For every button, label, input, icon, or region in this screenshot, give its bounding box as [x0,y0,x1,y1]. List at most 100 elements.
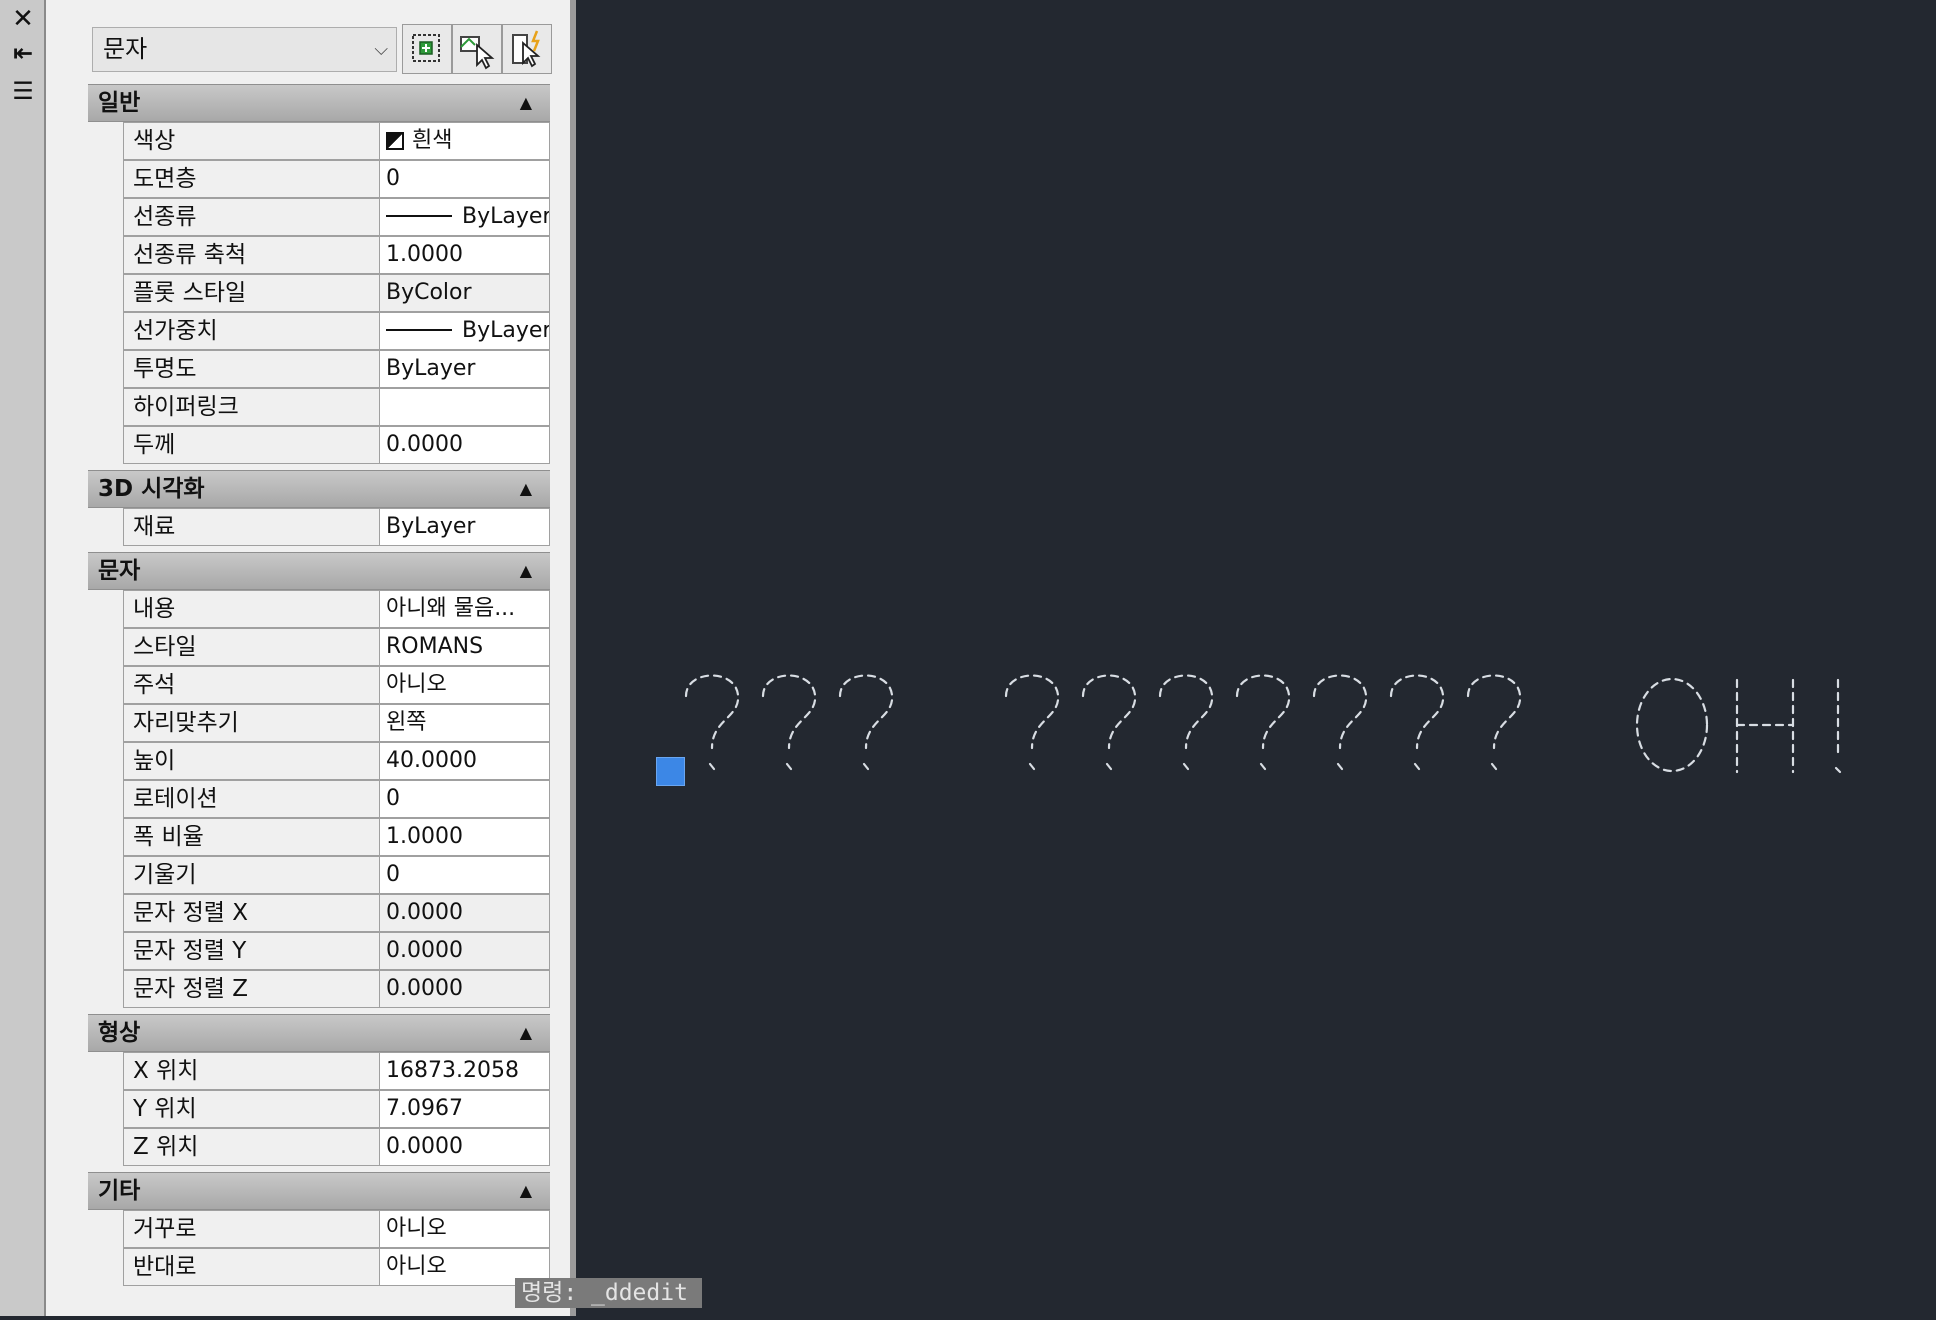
property-value[interactable]: 흰색 [379,122,550,160]
select-objects-button[interactable] [452,24,502,74]
property-row[interactable]: 색상 흰색 [123,122,550,160]
text-insertion-grip[interactable] [656,757,685,786]
property-value[interactable]: 7.0967 [379,1090,550,1128]
collapse-arrow-icon[interactable]: ▲ [520,1173,532,1209]
property-row[interactable]: 두께 0.0000 [123,426,550,464]
collapse-arrow-icon[interactable]: ▲ [520,471,532,507]
category-header[interactable]: 일반 ▲ [88,84,550,122]
property-value[interactable]: 0 [379,780,550,818]
question-mark-glyph [761,674,817,750]
property-value[interactable]: 0.0000 [379,426,550,464]
property-value[interactable]: ByLayer [379,350,550,388]
category-header[interactable]: 기타 ▲ [88,1172,550,1210]
property-value[interactable]: 16873.2058 [379,1052,550,1090]
property-label: Y 위치 [123,1090,380,1128]
property-value[interactable]: 0.0000 [379,970,550,1008]
property-row[interactable]: 재료 ByLayer [123,508,550,546]
property-value-text: 왼쪽 [386,710,427,735]
drawing-canvas[interactable] [576,0,1936,1316]
property-value-text: 0.0000 [386,1134,463,1159]
property-row[interactable]: 도면층 0 [123,160,550,198]
lineweight-icon [386,329,452,331]
category-header[interactable]: 3D 시각화 ▲ [88,470,550,508]
property-value-text: ByLayer [462,204,550,229]
property-row[interactable]: Y 위치 7.0967 [123,1090,550,1128]
toggle-pickadd-icon [412,34,440,62]
property-row[interactable]: 문자 정렬 X 0.0000 [123,894,550,932]
property-value[interactable]: ByLayer [379,198,550,236]
property-row[interactable]: 로테이션 0 [123,780,550,818]
toggle-pickadd-button[interactable] [402,24,452,74]
property-value[interactable]: 왼쪽 [379,704,550,742]
property-label: 도면층 [123,160,380,198]
property-label: 반대로 [123,1248,380,1286]
property-row[interactable]: 높이 40.0000 [123,742,550,780]
property-row[interactable]: 선종류 축척 1.0000 [123,236,550,274]
property-row[interactable]: 주석 아니오 [123,666,550,704]
property-row[interactable]: 플롯 스타일 ByColor [123,274,550,312]
question-mark-dot [1490,762,1498,771]
property-row[interactable]: 스타일 ROMANS [123,628,550,666]
property-row[interactable]: 하이퍼링크 [123,388,550,426]
property-value[interactable]: 1.0000 [379,236,550,274]
property-value[interactable]: 아니오 [379,1210,550,1248]
property-value[interactable]: 0.0000 [379,932,550,970]
auto-hide-icon[interactable]: ⇤ [8,38,38,68]
property-row[interactable]: 폭 비율 1.0000 [123,818,550,856]
question-mark-dot [708,762,716,771]
property-value[interactable]: 0.0000 [379,1128,550,1166]
category-title: 기타 [98,1178,141,1204]
property-value[interactable]: 40.0000 [379,742,550,780]
property-value-text: 아니오 [386,672,447,697]
property-value[interactable]: 0 [379,856,550,894]
property-value-text: ByLayer [462,318,550,343]
properties-menu-icon[interactable]: ☰ [8,76,38,106]
property-value[interactable]: ByLayer [379,508,550,546]
property-value[interactable]: ByColor [379,274,550,312]
quick-select-button[interactable] [502,24,552,74]
collapse-arrow-icon[interactable]: ▲ [520,553,532,589]
question-mark-dot [1105,762,1113,771]
property-value-text: 40.0000 [386,748,477,773]
property-row[interactable]: 투명도 ByLayer [123,350,550,388]
collapse-arrow-icon[interactable]: ▲ [520,85,532,121]
question-mark-glyph [1466,674,1522,750]
category-header[interactable]: 형상 ▲ [88,1014,550,1052]
question-mark-glyph [838,674,894,750]
close-icon[interactable]: ✕ [8,4,38,34]
category-header[interactable]: 문자 ▲ [88,552,550,590]
property-label: 재료 [123,508,380,546]
property-label: 두께 [123,426,380,464]
dashed-text-drawing [684,674,1842,774]
property-row[interactable]: 기울기 0 [123,856,550,894]
property-value[interactable]: 1.0000 [379,818,550,856]
property-value-text: 0.0000 [386,938,463,963]
property-row[interactable]: 선가중치 ByLayer [123,312,550,350]
property-row[interactable]: 자리맞추기 왼쪽 [123,704,550,742]
property-value[interactable]: 0.0000 [379,894,550,932]
question-mark-dot [1336,762,1344,771]
property-row[interactable]: X 위치 16873.2058 [123,1052,550,1090]
question-marks-group-2 [1004,674,1522,771]
property-row[interactable]: 내용 아니왜 물음... [123,590,550,628]
property-value[interactable]: 0 [379,160,550,198]
property-value[interactable]: ROMANS [379,628,550,666]
collapse-arrow-icon[interactable]: ▲ [520,1015,532,1051]
property-row[interactable]: 반대로 아니오 [123,1248,550,1286]
chevron-down-icon: ⌵ [374,39,388,60]
property-value[interactable]: ByLayer [379,312,550,350]
property-label: 선종류 [123,198,380,236]
property-label: 스타일 [123,628,380,666]
question-mark-dot [1182,762,1190,771]
property-row[interactable]: 거꾸로 아니오 [123,1210,550,1248]
property-row[interactable]: 문자 정렬 Y 0.0000 [123,932,550,970]
property-value[interactable] [379,388,550,426]
property-row[interactable]: 선종류 ByLayer [123,198,550,236]
property-row[interactable]: 문자 정렬 Z 0.0000 [123,970,550,1008]
property-row[interactable]: Z 위치 0.0000 [123,1128,550,1166]
property-value-text: 아니오 [386,1216,447,1241]
color-swatch-icon [386,132,404,150]
property-value[interactable]: 아니왜 물음... [379,590,550,628]
object-type-select[interactable]: 문자 ⌵ [92,27,397,72]
property-value[interactable]: 아니오 [379,666,550,704]
